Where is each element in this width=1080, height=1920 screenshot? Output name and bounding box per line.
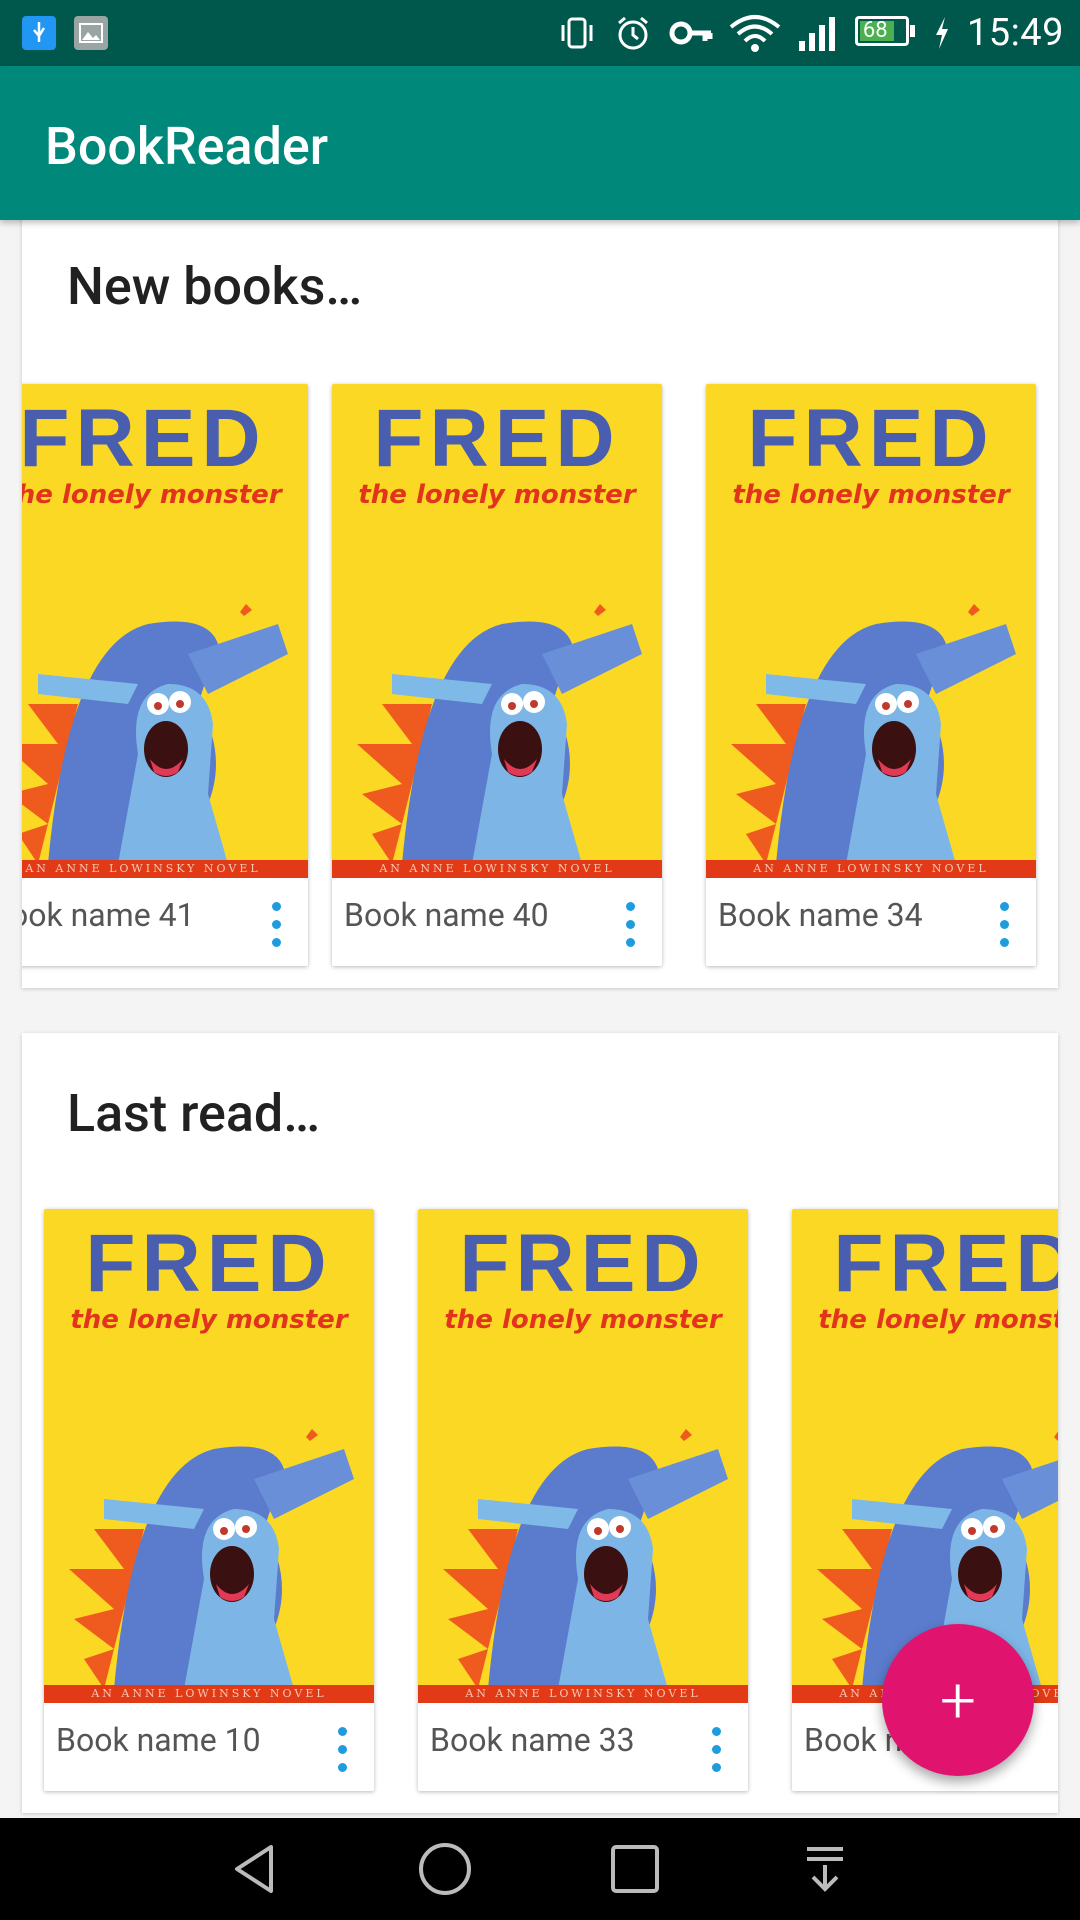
clock: 15:49: [966, 11, 1064, 55]
section-new-books: New books… FRED the lonely monster AN AN…: [22, 206, 1058, 988]
book-cover: FRED the lonely monster AN ANNE LOWINSKY…: [792, 1209, 1058, 1703]
book-cover: FRED the lonely monster AN ANNE LOWINSKY…: [418, 1209, 748, 1703]
plus-icon: +: [939, 1662, 977, 1738]
book-name: Book name 33: [430, 1721, 635, 1759]
cover-title: FRED: [747, 393, 995, 484]
book-cover: FRED the lonely monster AN ANNE LOWINSKY…: [44, 1209, 374, 1703]
navigation-bar: [0, 1818, 1080, 1920]
more-options-icon[interactable]: [710, 1727, 722, 1773]
back-icon[interactable]: [220, 1834, 290, 1904]
cover-band: AN ANNE LOWINSKY NOVEL: [706, 860, 1036, 878]
monster-illustration: [357, 604, 642, 864]
book-name: Book name 41: [22, 896, 195, 934]
signal-icon: [798, 17, 835, 51]
battery-icon: 68: [854, 16, 917, 50]
app-title: BookReader: [45, 116, 329, 177]
book-cover: FRED the lonely monster AN ANNE LOWINSKY…: [332, 384, 662, 878]
cover-title: FRED: [459, 1218, 707, 1309]
section-title: New books…: [67, 256, 363, 317]
book-name: Book name 34: [718, 896, 923, 934]
status-bar: 68 15:49: [0, 0, 1080, 66]
notifications-pulldown-icon[interactable]: [790, 1834, 860, 1904]
charging-icon: [935, 17, 948, 49]
cover-band: AN ANNE LOWINSKY NOVEL: [44, 1685, 374, 1703]
cover-band: AN ANNE LOWINSKY NOVEL: [332, 860, 662, 878]
more-options-icon[interactable]: [998, 902, 1010, 948]
image-icon: [74, 16, 108, 50]
book-cover: FRED the lonely monster AN ANNE LOWINSKY…: [22, 384, 308, 878]
book-name: Book name 40: [344, 896, 549, 934]
cover-title: FRED: [373, 393, 621, 484]
app-bar: BookReader: [0, 66, 1080, 220]
add-book-button[interactable]: +: [882, 1624, 1034, 1776]
usb-icon: [22, 16, 56, 50]
monster-illustration: [22, 604, 288, 864]
book-card[interactable]: FRED the lonely monster AN ANNE LOWINSKY…: [418, 1209, 748, 1791]
book-card[interactable]: FRED the lonely monster AN ANNE LOWINSKY…: [332, 384, 662, 966]
vibrate-icon: [561, 17, 593, 49]
cover-title: FRED: [85, 1218, 333, 1309]
recents-icon[interactable]: [600, 1834, 670, 1904]
cover-title: FRED: [833, 1218, 1058, 1309]
book-card[interactable]: FRED the lonely monster AN ANNE LOWINSKY…: [706, 384, 1036, 966]
more-options-icon[interactable]: [624, 902, 636, 948]
cover-band: AN ANNE LOWINSKY NOVEL: [418, 1685, 748, 1703]
alarm-icon: [617, 16, 648, 50]
battery-level: 68: [862, 18, 888, 43]
monster-illustration: [731, 604, 1016, 864]
book-cover: FRED the lonely monster AN ANNE LOWINSKY…: [706, 384, 1036, 878]
wifi-icon: [729, 15, 781, 52]
monster-illustration: [69, 1429, 354, 1689]
cover-band: AN ANNE LOWINSKY NOVEL: [22, 860, 308, 878]
more-options-icon[interactable]: [336, 1727, 348, 1773]
book-card[interactable]: FRED the lonely monster AN ANNE LOWINSKY…: [22, 384, 308, 966]
more-options-icon[interactable]: [270, 902, 282, 948]
home-icon[interactable]: [410, 1834, 480, 1904]
book-card[interactable]: FRED the lonely monster AN ANNE LOWINSKY…: [44, 1209, 374, 1791]
key-icon: [669, 21, 713, 45]
section-title: Last read…: [67, 1083, 321, 1144]
monster-illustration: [443, 1429, 728, 1689]
cover-title: FRED: [22, 393, 267, 484]
book-name: Book name 10: [56, 1721, 261, 1759]
